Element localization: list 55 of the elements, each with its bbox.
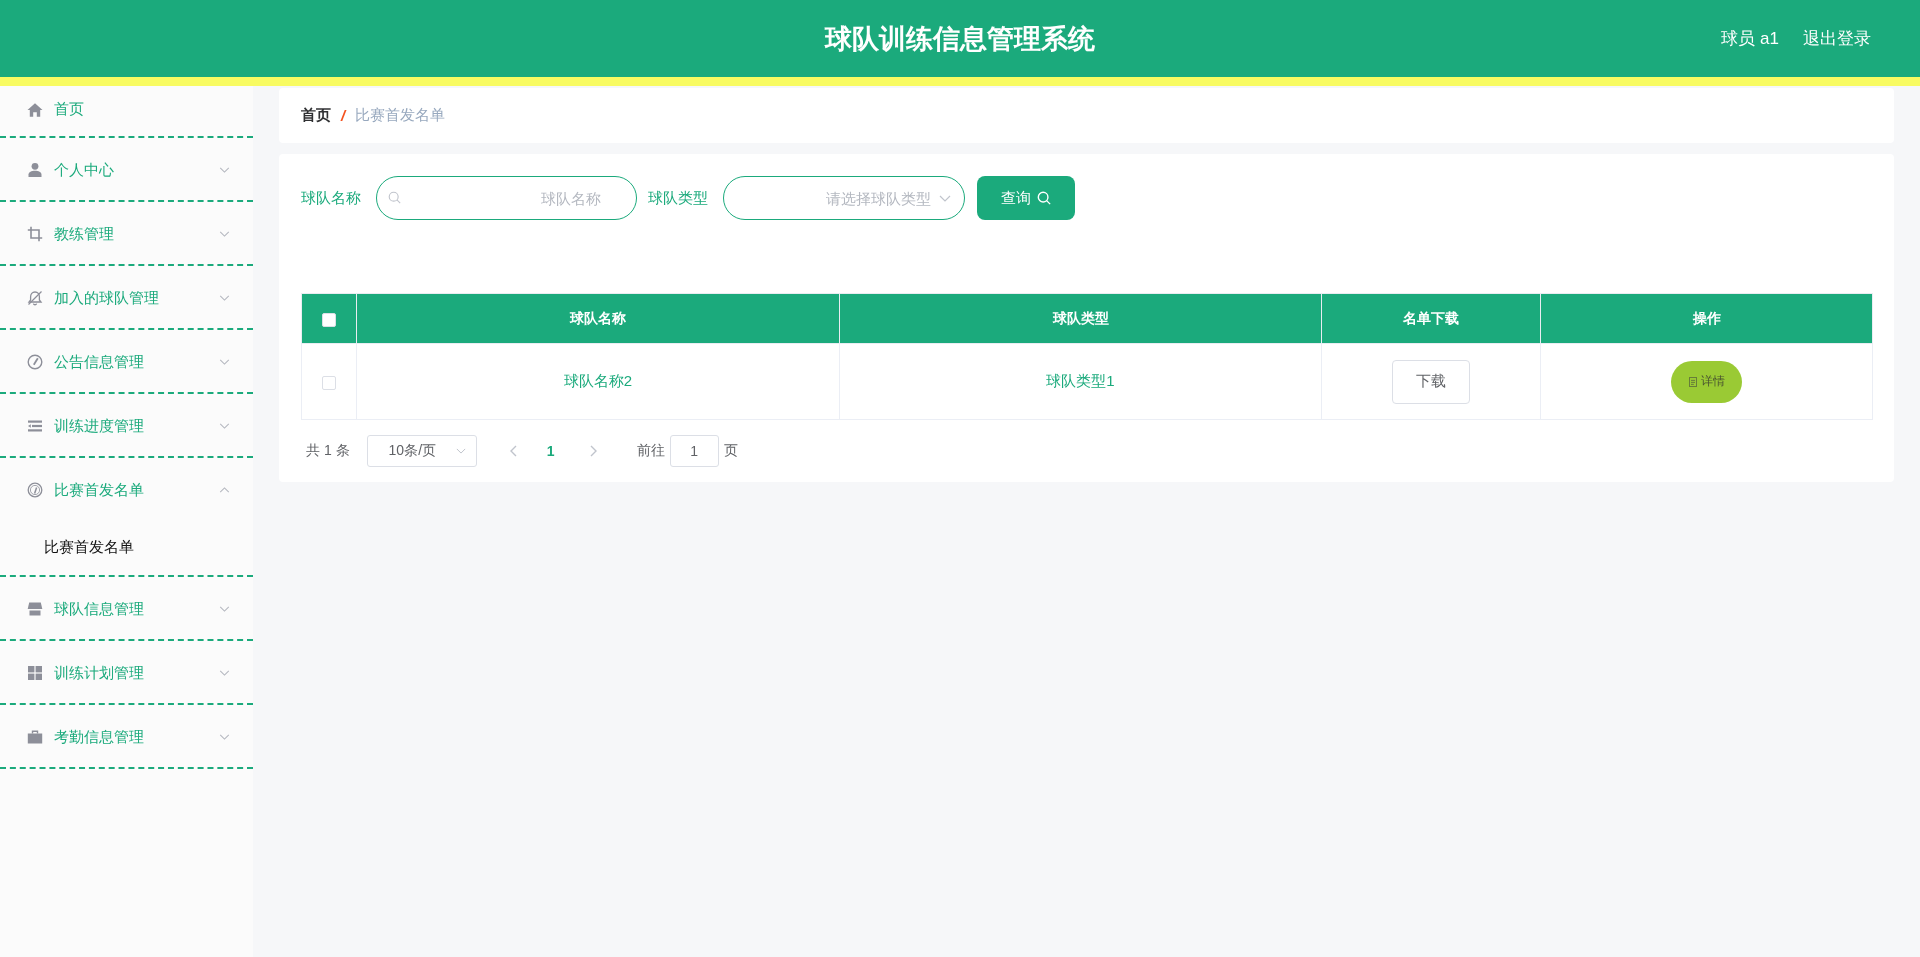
column-header: 名单下载 <box>1321 293 1541 344</box>
chevron-down-icon <box>455 448 466 454</box>
sidebar-menu-item[interactable]: 比赛首发名单 <box>0 458 253 520</box>
home-icon <box>27 101 43 118</box>
search-icon <box>388 191 401 204</box>
search-field[interactable]: 球队名称 <box>376 176 637 220</box>
detail-button[interactable]: 详情 <box>1671 360 1742 403</box>
sidebar-menu-item[interactable]: 考勤信息管理 <box>0 705 253 767</box>
user-name: 球员 a1 <box>1721 28 1779 50</box>
search-icon <box>1037 191 1051 205</box>
total-count: 共 1 条 <box>306 442 350 460</box>
select-all-checkbox[interactable] <box>322 312 336 327</box>
briefcase-icon <box>27 729 43 745</box>
sidebar-menu-item[interactable]: 球队信息管理 <box>0 577 253 639</box>
sidebar-menu-item[interactable]: 训练计划管理 <box>0 641 253 703</box>
gauge-icon <box>27 482 43 498</box>
page-suffix: 页 <box>723 442 738 460</box>
table-cell: 球队类型1 <box>839 343 1322 420</box>
download-button[interactable]: 下载 <box>1392 359 1470 404</box>
person-icon <box>27 162 43 178</box>
app-title: 球队训练信息管理系统 <box>825 22 1095 56</box>
page-number[interactable]: 1 <box>535 443 566 459</box>
sidebar-menu-item[interactable]: 加入的球队管理 <box>0 266 253 328</box>
goto-label: 前往 <box>636 442 665 460</box>
table-cell: 球队名称2 <box>356 343 840 420</box>
next-page-icon[interactable] <box>589 445 598 457</box>
page-input[interactable]: 1 <box>669 435 719 467</box>
store-icon <box>27 601 43 617</box>
sidebar-menu-item[interactable]: 公告信息管理 <box>0 330 253 392</box>
list-icon <box>27 418 43 434</box>
field-label: 球队类型 <box>648 188 708 208</box>
select-field[interactable]: 请选择球队类型 <box>723 176 965 220</box>
logout-link[interactable]: 退出登录 <box>1803 27 1871 50</box>
compass-icon <box>27 354 43 370</box>
grid-icon <box>27 665 43 681</box>
document-icon <box>1688 376 1697 387</box>
column-header: 球队名称 <box>356 293 840 344</box>
column-header: 操作 <box>1540 293 1873 344</box>
sidebar-menu-item[interactable]: 个人中心 <box>0 138 253 200</box>
chevron-down-icon <box>939 195 951 202</box>
search-button[interactable]: 查询 <box>977 176 1075 220</box>
sidebar-menu-item[interactable]: 教练管理 <box>0 202 253 264</box>
breadcrumb-link[interactable]: 首页 <box>301 106 331 125</box>
column-header: 球队类型 <box>839 293 1322 344</box>
bell-off-icon <box>27 290 43 306</box>
sidebar-menu-item[interactable]: 训练进度管理 <box>0 394 253 456</box>
field-label: 球队名称 <box>301 188 361 208</box>
previous-page-icon[interactable] <box>508 445 517 457</box>
crop-icon <box>27 226 43 242</box>
page-size-select[interactable]: 10条/页 <box>366 435 477 467</box>
breadcrumb-separator: / <box>341 107 346 124</box>
row-checkbox[interactable] <box>322 376 336 390</box>
sidebar-subitem[interactable]: 比赛首发名单 <box>0 520 253 575</box>
sidebar-item[interactable]: 首页 <box>0 86 253 138</box>
breadcrumb-current: 比赛首发名单 <box>355 106 446 125</box>
